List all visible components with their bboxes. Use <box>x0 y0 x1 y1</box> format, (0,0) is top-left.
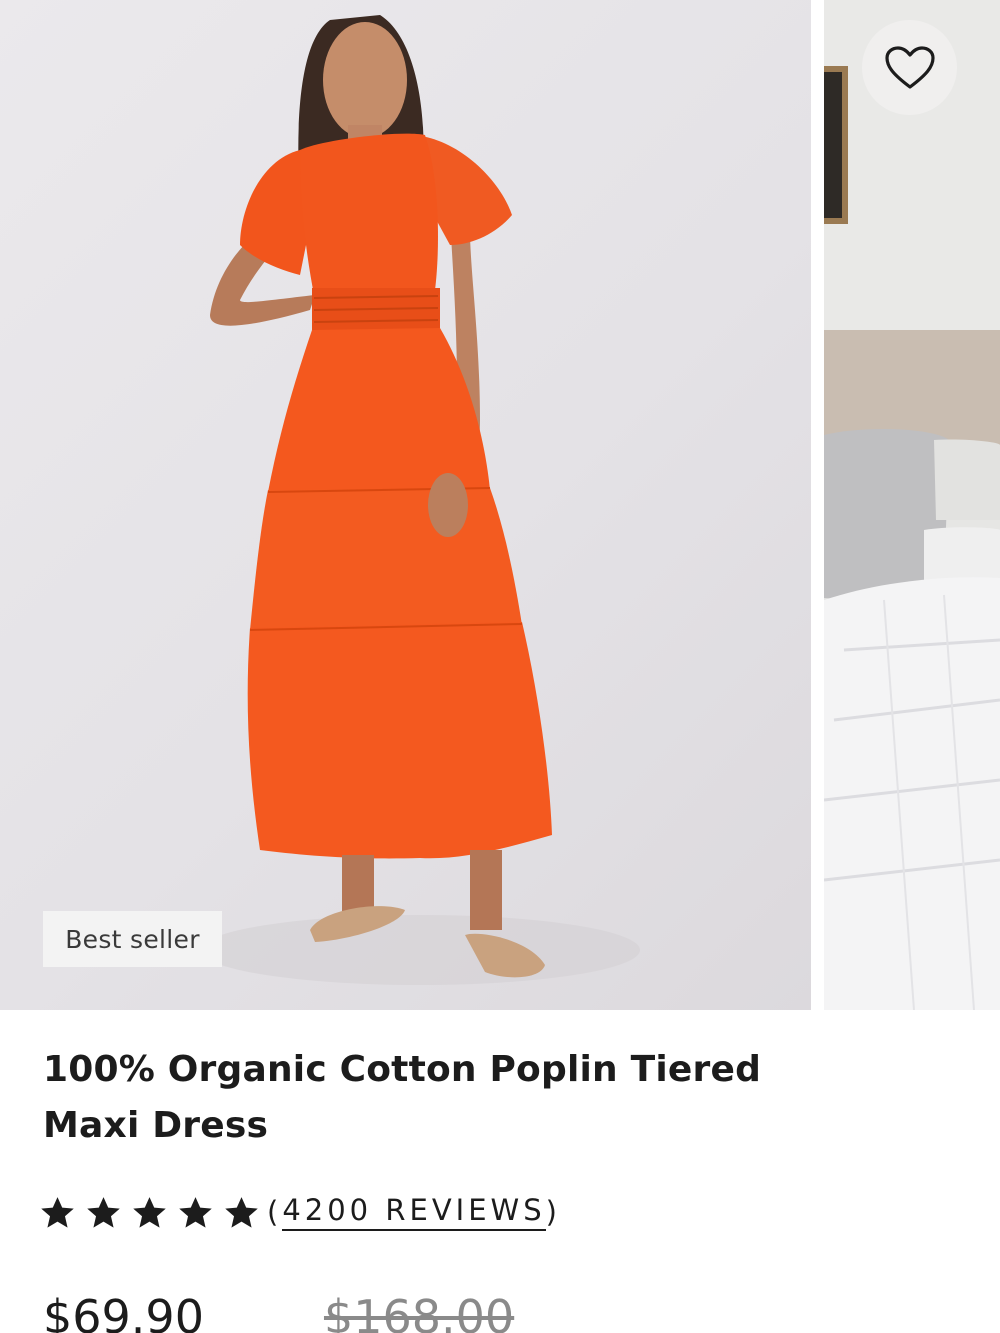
original-price: $168.00 <box>323 1290 515 1333</box>
best-seller-badge: Best seller <box>43 911 222 967</box>
star-icon <box>225 1196 258 1228</box>
star-icon <box>179 1196 212 1228</box>
heart-outline-icon <box>884 45 935 89</box>
reviews-link[interactable]: ( 4200 REVIEWS ) <box>267 1193 561 1231</box>
star-icon <box>87 1196 120 1228</box>
rating-row: ( 4200 REVIEWS ) <box>38 1187 561 1237</box>
product-image-next[interactable] <box>824 0 1000 1010</box>
product-image-main[interactable]: Best seller <box>0 0 811 1010</box>
favorite-button[interactable] <box>862 20 957 115</box>
model-photo <box>200 15 640 985</box>
bedroom-photo <box>824 0 1000 1010</box>
star-icon <box>133 1196 166 1228</box>
product-title: 100% Organic Cotton Poplin Tiered Maxi D… <box>43 1049 762 1146</box>
product-image-carousel[interactable]: Best seller <box>0 0 1000 1010</box>
star-rating <box>38 1193 261 1232</box>
sale-price: $69.90 <box>43 1290 204 1333</box>
reviews-close-paren: ) <box>545 1195 561 1229</box>
star-icon <box>41 1196 74 1228</box>
reviews-open-paren: ( <box>267 1195 283 1229</box>
price-row: $69.90 $168.00 <box>43 1290 514 1333</box>
reviews-count-label: 4200 REVIEWS <box>282 1193 546 1231</box>
